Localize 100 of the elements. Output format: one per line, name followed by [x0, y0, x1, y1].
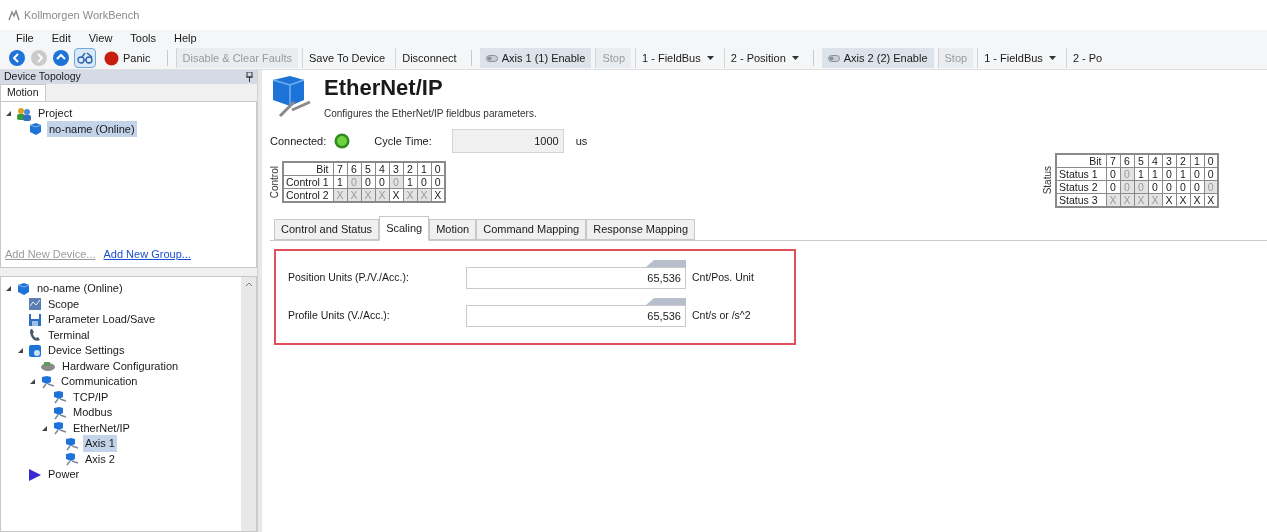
- bit-header-cell: Bit: [1056, 154, 1106, 168]
- bit-cell: 0: [1204, 180, 1218, 194]
- cycle-time-label: Cycle Time:: [374, 133, 432, 149]
- bit-cell: 1: [1148, 167, 1162, 181]
- units-label: Cnt/Pos. Unit: [692, 269, 754, 285]
- scope-icon: [28, 297, 42, 311]
- tree-item[interactable]: Power: [46, 466, 82, 483]
- menu-item[interactable]: Tools: [130, 30, 157, 47]
- bit-header-cell: 0: [431, 162, 445, 176]
- tree-item[interactable]: Communication: [59, 373, 140, 390]
- toggle-icon: [827, 54, 840, 62]
- bit-header-cell: 5: [361, 162, 375, 176]
- menu-item[interactable]: File: [16, 30, 34, 47]
- bit-header-cell: 0: [1204, 154, 1218, 168]
- row-label-cell: Control 2: [283, 188, 333, 202]
- tree-item[interactable]: EtherNet/IP: [71, 419, 132, 437]
- table-side-label: Control: [270, 165, 280, 199]
- axis-enable-button[interactable]: Axis 2 (2) Enable: [821, 47, 934, 69]
- tree-item[interactable]: no-name (Online): [47, 120, 137, 138]
- panic-button[interactable]: Panic: [104, 49, 159, 67]
- tree-item[interactable]: Axis 1: [83, 435, 117, 452]
- toolbar-button[interactable]: Disconnect: [395, 47, 463, 69]
- bit-header-cell: 4: [375, 162, 389, 176]
- expander-icon[interactable]: [29, 378, 36, 385]
- tree-item[interactable]: Hardware Configuration: [60, 357, 181, 375]
- network-node-icon: [64, 436, 79, 451]
- tree-item[interactable]: Axis 2: [83, 450, 117, 468]
- bit-cell: X: [361, 188, 375, 202]
- bit-cell: 0: [1106, 180, 1120, 194]
- axis-enable-button[interactable]: Axis 1 (1) Enable: [479, 47, 592, 69]
- sidebar-link[interactable]: Add New Group...: [103, 246, 191, 263]
- hardware-icon: [40, 359, 56, 373]
- expander-icon[interactable]: [5, 110, 12, 117]
- bit-header-cell: 5: [1134, 154, 1148, 168]
- field-label: Position Units (P./V./Acc.):: [288, 269, 410, 285]
- caret-icon: [1048, 56, 1056, 60]
- units-field[interactable]: 65,536: [466, 266, 686, 289]
- tree-item[interactable]: Project: [36, 105, 75, 122]
- tab[interactable]: Control and Status: [274, 219, 380, 240]
- bit-cell: 0: [1190, 167, 1204, 181]
- tree-item[interactable]: Device Settings: [46, 342, 127, 359]
- network-node-icon: [52, 405, 67, 420]
- tree-item[interactable]: no-name (Online): [35, 280, 125, 297]
- people-icon: [16, 106, 32, 121]
- tree-item[interactable]: Modbus: [71, 404, 115, 421]
- units-field[interactable]: 65,536: [466, 304, 686, 327]
- play-triangle-icon: [28, 467, 42, 482]
- toolbar-button[interactable]: 2 - Po: [1065, 47, 1109, 69]
- network-node-icon: [52, 421, 67, 435]
- bit-cell: X: [333, 188, 347, 202]
- menu-item[interactable]: Help: [174, 30, 197, 47]
- window-title: Kollmorgen WorkBench: [24, 7, 140, 23]
- cube-icon: [16, 281, 31, 296]
- tree-item[interactable]: TCP/IP: [71, 388, 111, 406]
- bit-cell: 0: [1162, 180, 1176, 194]
- toolbar-button[interactable]: Save To Device: [301, 47, 392, 69]
- bit-cell: 1: [403, 175, 417, 189]
- cycle-time-unit: us: [575, 133, 588, 149]
- bit-header-cell: 3: [389, 162, 403, 176]
- bit-cell: 1: [333, 175, 347, 189]
- cycle-time-field[interactable]: 1000: [451, 129, 564, 153]
- bit-cell: 0: [1190, 180, 1204, 194]
- bit-header-cell: 1: [1190, 154, 1204, 168]
- tab[interactable]: Command Mapping: [476, 219, 587, 240]
- field-label: Profile Units (V./Acc.):: [288, 307, 391, 323]
- panel-tab[interactable]: Motion: [0, 84, 46, 101]
- mode-dropdown[interactable]: 1 - FieldBus: [977, 47, 1062, 69]
- stop-dot-icon: [104, 50, 119, 66]
- expander-icon[interactable]: [17, 347, 24, 354]
- expander-icon[interactable]: [5, 285, 12, 292]
- tree-item[interactable]: Scope: [46, 295, 82, 313]
- tree-item[interactable]: Terminal: [46, 326, 92, 344]
- units-label: Cnt/s or /s^2: [692, 307, 751, 323]
- cube-network-icon: [270, 74, 312, 118]
- tab[interactable]: Response Mapping: [586, 219, 696, 240]
- bit-cell: 0: [1176, 180, 1190, 194]
- bit-cell: 1: [1134, 167, 1148, 181]
- bit-cell: 0: [1204, 167, 1218, 181]
- bit-cell: X: [347, 188, 361, 202]
- expander-icon[interactable]: [41, 424, 48, 432]
- bit-header-cell: 7: [333, 162, 347, 176]
- pin-icon[interactable]: [246, 72, 253, 82]
- bit-cell: 0: [1120, 180, 1134, 194]
- bit-cell: 1: [1176, 167, 1190, 181]
- bit-cell: X: [375, 188, 389, 202]
- scrollbar[interactable]: [241, 276, 256, 531]
- connected-label: Connected:: [270, 133, 327, 149]
- mode-dropdown[interactable]: 1 - FieldBus: [635, 47, 720, 69]
- row-label-cell: Control 1: [283, 175, 333, 189]
- bit-cell: 0: [1106, 167, 1120, 181]
- tree-item[interactable]: Parameter Load/Save: [46, 311, 157, 328]
- tab[interactable]: Scaling: [379, 216, 430, 241]
- bit-cell: 0: [1162, 167, 1176, 181]
- bit-header-cell: 7: [1106, 154, 1120, 168]
- row-label-cell: Status 3: [1056, 193, 1106, 207]
- glasses-icon[interactable]: [74, 48, 96, 68]
- tab[interactable]: Motion: [429, 219, 477, 240]
- mode-dropdown[interactable]: 2 - Position: [723, 47, 805, 69]
- menu-item[interactable]: View: [88, 30, 113, 47]
- menu-item[interactable]: Edit: [51, 30, 71, 47]
